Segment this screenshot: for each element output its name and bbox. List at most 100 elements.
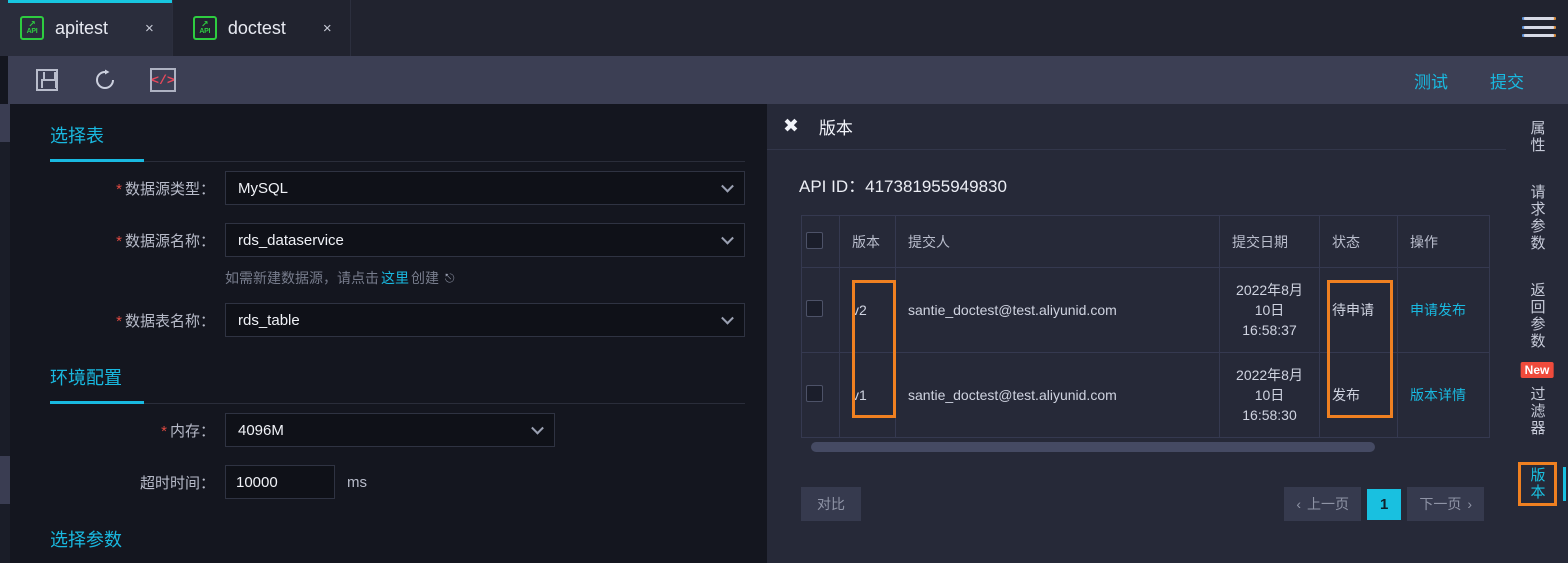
api-icon: ↗ API xyxy=(20,16,44,40)
save-button[interactable] xyxy=(24,63,70,97)
row-date-line3: 16:58:37 xyxy=(1242,322,1297,339)
tab-apitest[interactable]: ↗ API apitest × xyxy=(0,0,173,56)
sidebar-item-properties[interactable]: 属性 xyxy=(1521,118,1554,156)
chevron-down-icon xyxy=(721,179,734,193)
header-operation: 操作 xyxy=(1397,215,1490,268)
left-scrollbar-thumb-bottom[interactable] xyxy=(0,456,10,504)
table-name-select[interactable]: rds_table xyxy=(225,303,745,337)
section-active-underline xyxy=(50,159,144,162)
required-marker: * xyxy=(116,232,122,250)
section-select-table: 选择表 xyxy=(10,104,763,162)
datasource-hint: 如需新建数据源，请点击 这里 创建 ⎋ xyxy=(225,268,455,288)
header-select-all xyxy=(801,215,840,268)
section-select-params-title: 选择参数 xyxy=(50,530,122,550)
refresh-button[interactable] xyxy=(82,63,128,97)
section-select-table-title: 选择表 xyxy=(50,126,104,146)
row-status: 发布 xyxy=(1319,352,1398,438)
version-panel: ✖ 版本 API ID：417381955949830 版本 提交人 提交日期 … xyxy=(767,104,1506,563)
table-row: v2 santie_doctest@test.aliyunid.com 2022… xyxy=(801,267,1490,353)
field-table-name: * 数据表名称： rds_table xyxy=(10,294,763,346)
hamburger-icon[interactable] xyxy=(1524,14,1554,40)
section-select-params: 选择参数 xyxy=(10,508,763,563)
chevron-right-icon: › xyxy=(1467,496,1472,512)
field-timeout: 超时时间： ms xyxy=(10,456,763,508)
editor-toolbar: </> 测试 提交 xyxy=(8,56,1568,104)
left-scrollbar-thumb-top[interactable] xyxy=(0,104,10,142)
chevron-down-icon xyxy=(531,421,544,435)
row-checkbox[interactable] xyxy=(806,300,823,317)
table-scrollbar-thumb[interactable] xyxy=(811,442,1375,452)
compare-button[interactable]: 对比 xyxy=(801,487,861,521)
field-table-name-label: * 数据表名称： xyxy=(116,312,215,330)
create-datasource-link[interactable]: 这里 xyxy=(381,268,409,288)
section-env-config-title: 环境配置 xyxy=(50,368,122,388)
test-button[interactable]: 测试 xyxy=(1414,68,1448,93)
datasource-type-select[interactable]: MySQL xyxy=(225,171,745,205)
row-date-line1: 2022年8月 xyxy=(1236,366,1303,383)
header-submit-date: 提交日期 xyxy=(1219,215,1320,268)
tab-doctest-close-icon[interactable]: × xyxy=(297,21,332,36)
api-icon: ↗ API xyxy=(192,16,217,40)
section-active-underline xyxy=(50,401,144,404)
sidebar-item-properties-label: 属性 xyxy=(1528,120,1546,154)
table-row: v1 santie_doctest@test.aliyunid.com 2022… xyxy=(801,352,1490,438)
submit-button[interactable]: 提交 xyxy=(1490,68,1524,93)
toolbar-actions: 测试 提交 xyxy=(1414,68,1552,93)
field-datasource-type-label: * 数据源类型： xyxy=(116,180,215,198)
new-badge: New xyxy=(1520,362,1554,378)
table-horizontal-scrollbar[interactable] xyxy=(811,442,1490,452)
section-env-config: 环境配置 xyxy=(10,346,763,404)
code-icon: </> xyxy=(150,68,176,92)
next-page-button[interactable]: 下一页 › xyxy=(1407,487,1484,521)
row-status: 待申请 xyxy=(1319,267,1398,353)
tab-doctest-label: doctest xyxy=(227,17,286,38)
save-icon xyxy=(36,69,58,91)
sidebar-item-version[interactable]: 版本 xyxy=(1517,462,1566,506)
timeout-input[interactable] xyxy=(225,465,335,499)
sidebar-item-response-params[interactable]: 返回参数 xyxy=(1521,280,1554,352)
chevron-down-icon xyxy=(721,311,734,325)
required-marker: * xyxy=(161,422,167,440)
version-table: 版本 提交人 提交日期 状态 操作 v2 santie_doctest@test… xyxy=(801,215,1490,438)
tab-doctest[interactable]: ↗ API doctest × xyxy=(173,0,351,56)
table-name-value: rds_table xyxy=(238,311,300,329)
sidebar-item-filter-label: 过滤器 xyxy=(1528,386,1546,437)
field-datasource-name: * 数据源名称： rds_dataservice xyxy=(10,214,763,266)
version-panel-header: ✖ 版本 xyxy=(767,104,1506,150)
memory-select[interactable]: 4096M xyxy=(225,413,555,447)
prev-page-button[interactable]: ‹ 上一页 xyxy=(1284,487,1361,521)
close-icon[interactable]: ✖ xyxy=(783,117,799,136)
required-marker: * xyxy=(116,312,122,330)
left-scrollbar[interactable] xyxy=(0,104,10,563)
datasource-hint-row: 如需新建数据源，请点击 这里 创建 ⎋ xyxy=(10,266,763,294)
tab-apitest-label: apitest xyxy=(55,17,109,38)
code-view-button[interactable]: </> xyxy=(140,63,186,97)
row-checkbox-cell xyxy=(801,267,840,353)
table-header-row: 版本 提交人 提交日期 状态 操作 xyxy=(801,215,1490,268)
sidebar-item-version-label: 版本 xyxy=(1528,467,1546,501)
version-table-wrap: 版本 提交人 提交日期 状态 操作 v2 santie_doctest@test… xyxy=(801,215,1490,438)
row-date-line2: 10日 xyxy=(1254,386,1285,403)
tab-strip-filler xyxy=(351,0,1568,56)
select-all-checkbox[interactable] xyxy=(806,231,823,249)
sidebar-item-request-params[interactable]: 请求参数 xyxy=(1521,182,1554,254)
row-submitter: santie_doctest@test.aliyunid.com xyxy=(895,267,1220,353)
tab-strip: ↗ API apitest × ↗ API doctest × xyxy=(0,0,1568,56)
version-panel-footer: 对比 ‹ 上一页 1 下一页 › xyxy=(767,487,1506,521)
version-panel-title: 版本 xyxy=(818,119,853,138)
required-marker: * xyxy=(116,180,122,198)
row-checkbox[interactable] xyxy=(806,385,823,402)
row-action-cell: 版本详情 xyxy=(1397,352,1490,438)
tab-apitest-close-icon[interactable]: × xyxy=(119,21,154,36)
row-date-line2: 10日 xyxy=(1254,301,1285,318)
datasource-name-select[interactable]: rds_dataservice xyxy=(225,223,745,257)
apply-publish-link[interactable]: 申请发布 xyxy=(1410,302,1466,318)
page-number-1[interactable]: 1 xyxy=(1366,488,1402,520)
sidebar-item-response-params-label: 返回参数 xyxy=(1528,282,1546,350)
version-detail-link[interactable]: 版本详情 xyxy=(1410,387,1466,403)
prev-page-label: 上一页 xyxy=(1306,496,1349,512)
section-divider xyxy=(50,403,745,404)
datasource-name-value: rds_dataservice xyxy=(238,231,344,249)
sidebar-item-filter[interactable]: New 过滤器 xyxy=(1520,362,1554,439)
row-date: 2022年8月 10日 16:58:30 xyxy=(1219,352,1320,438)
